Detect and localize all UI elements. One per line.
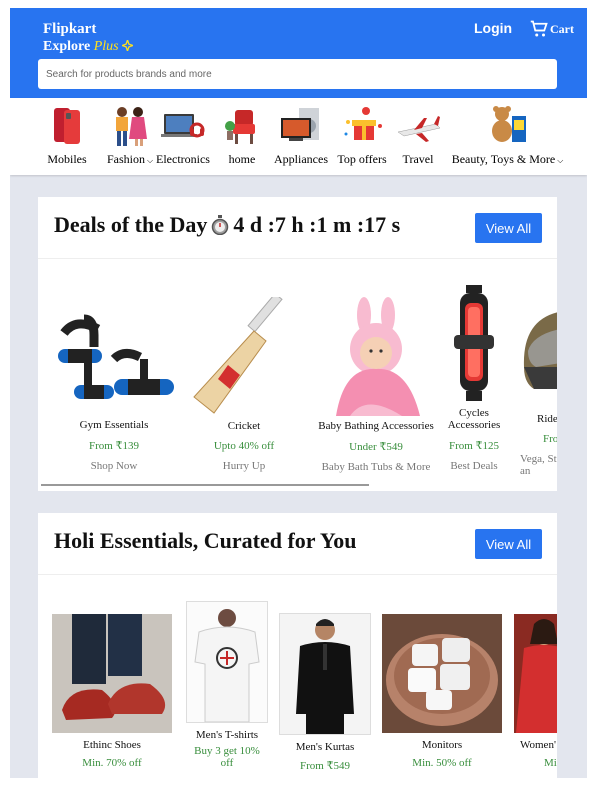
brand-logo[interactable]: Flipkart [43, 21, 96, 38]
category-bar: Mobiles Fashion ⌵ Electronics home Appli… [10, 98, 587, 175]
deals-title: Deals of the Day [54, 212, 208, 237]
top-offers-image [340, 104, 384, 148]
category-mobiles[interactable]: Mobiles [46, 104, 88, 167]
holi-view-all-button[interactable]: View All [475, 529, 542, 559]
mens-kurtas-image [279, 613, 371, 735]
category-top-offers[interactable]: Top offers [336, 104, 388, 167]
deals-view-all-button[interactable]: View All [475, 213, 542, 243]
category-label: home [228, 152, 256, 166]
electronics-image [161, 104, 205, 148]
horizontal-scrollbar[interactable] [41, 484, 369, 486]
cycle-light-image [454, 285, 494, 403]
mobiles-image [46, 104, 90, 148]
ethnic-shoes-image [52, 614, 172, 733]
login-button[interactable]: Login [474, 20, 512, 36]
category-beauty-toys[interactable]: Beauty, Toys & More ⌵ [450, 104, 565, 167]
product-name: Cricket [227, 420, 261, 432]
plus-icon [122, 40, 134, 51]
category-home[interactable]: home [221, 104, 263, 167]
category-label: Top offers [337, 152, 387, 166]
category-travel[interactable]: Travel [396, 104, 441, 167]
cart-label: Cart [550, 21, 574, 36]
category-fashion[interactable]: Fashion ⌵ [102, 104, 158, 167]
product-subtext: Vega, St an [520, 453, 557, 477]
product-name: Ride [537, 413, 557, 425]
monitors-image [382, 614, 502, 733]
womens-image [514, 614, 557, 733]
category-label: Beauty, Toys & More [451, 152, 556, 166]
helmet-image [514, 297, 557, 397]
product-price: Min. 70% off [82, 757, 142, 769]
search-input[interactable] [38, 59, 557, 89]
product-price: From ₹139 [88, 440, 140, 452]
baby-bathing-image [316, 297, 436, 416]
cart-icon [530, 20, 548, 37]
category-label: Mobiles [47, 152, 87, 166]
appliances-image [279, 104, 323, 148]
category-label: Travel [402, 152, 434, 166]
category-appliances[interactable]: Appliances [273, 104, 329, 167]
product-subtext: Hurry Up [222, 460, 266, 472]
cart-button[interactable]: Cart [530, 20, 574, 38]
stopwatch-icon [212, 215, 229, 235]
holi-product-card[interactable]: Women' Mi [514, 614, 557, 769]
fashion-image [108, 104, 152, 148]
product-price: Under ₹549 [349, 441, 403, 453]
holi-product-card[interactable]: Men's Kurtas From ₹549 [278, 613, 372, 772]
holi-product-card[interactable]: Men's T-shirts Buy 3 get 10% off [182, 601, 272, 769]
divider [38, 258, 557, 259]
category-label: Appliances [274, 152, 328, 166]
deal-product-card[interactable]: Cricket Upto 40% off Hurry Up [180, 292, 308, 472]
deal-product-card[interactable]: Baby Bathing Accessories Under ₹549 Baby… [312, 297, 440, 473]
product-subtext: Baby Bath Tubs & More [321, 461, 431, 473]
deal-product-card[interactable]: Gym Essentials From ₹139 Shop Now [50, 309, 178, 472]
product-name: Men's Kurtas [295, 741, 355, 753]
explore-text: Explore [43, 39, 91, 54]
category-label: Fashion [106, 152, 145, 166]
category-label: Electronics [156, 152, 210, 166]
product-name: Men's T-shirts [195, 729, 259, 741]
plus-text: Plus [93, 39, 119, 54]
product-price: Min. 50% off [412, 757, 472, 769]
product-name: Cycles Accessories [447, 407, 501, 431]
travel-image [396, 104, 441, 148]
product-price: Fro [543, 433, 557, 445]
category-electronics[interactable]: Electronics [153, 104, 213, 167]
deals-timer: 4 d :7 h :1 m :17 s [233, 212, 401, 237]
cricket-bat-image [184, 292, 304, 416]
explore-plus-link[interactable]: Explore Plus [43, 39, 134, 55]
deals-title-row: Deals of the Day 4 d :7 h :1 m :17 s [54, 212, 400, 238]
holi-title: Holi Essentials, Curated for You [54, 528, 357, 553]
gym-essentials-image [54, 309, 174, 415]
beauty-toys-image [486, 104, 530, 148]
product-name: Ethinc Shoes [83, 739, 141, 751]
product-name: Gym Essentials [79, 419, 149, 431]
product-name: Baby Bathing Accessories [318, 420, 434, 432]
holi-product-card[interactable]: Monitors Min. 50% off [380, 614, 504, 769]
product-name: Monitors [421, 739, 463, 751]
product-subtext: Shop Now [90, 460, 138, 472]
deal-product-card[interactable]: Ride Fro Vega, St an [508, 297, 557, 477]
mens-tshirts-image [186, 601, 268, 723]
product-price: Mi [544, 757, 557, 769]
product-price: From ₹549 [299, 760, 351, 772]
page-frame: Flipkart Explore Plus Login Cart Search … [10, 8, 587, 778]
holi-essentials-panel: Holi Essentials, Curated for You View Al… [38, 513, 557, 778]
deals-of-the-day-panel: Deals of the Day 4 d :7 h :1 m :17 s Vie… [38, 197, 557, 491]
product-name: Women' [520, 739, 556, 751]
top-header: Flipkart Explore Plus Login Cart [10, 8, 587, 98]
home-image [221, 104, 265, 148]
holi-product-card[interactable]: Ethinc Shoes Min. 70% off [50, 614, 174, 769]
divider [38, 574, 557, 575]
chevron-down-icon: ⌵ [557, 156, 564, 165]
product-price: Upto 40% off [213, 440, 275, 452]
product-price: Buy 3 get 10% off [194, 745, 260, 769]
